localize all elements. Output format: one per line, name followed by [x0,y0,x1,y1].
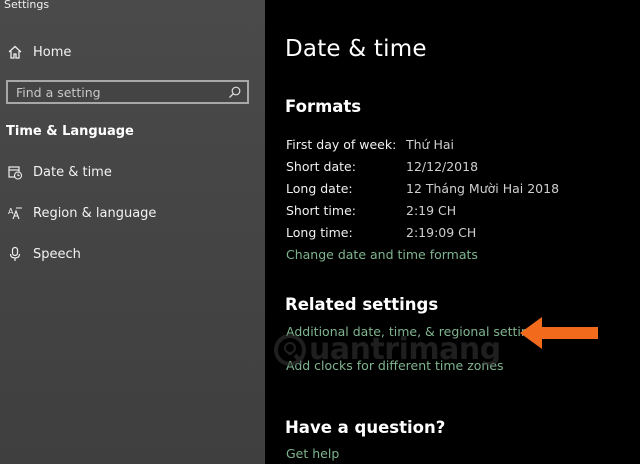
annotation-arrow-icon [520,317,598,349]
formats-heading: Formats [285,97,362,116]
search-icon[interactable] [227,85,241,99]
related-settings-heading: Related settings [285,295,439,314]
format-label: First day of week: [286,137,397,152]
sidebar-item-region-language[interactable]: A Region & language [6,203,156,223]
format-row-long-date: Long date: 12 Tháng Mười Hai 2018 [286,181,626,197]
sidebar-item-date-time[interactable]: Date & time [6,162,112,182]
format-row-short-time: Short time: 2:19 CH [286,203,626,219]
get-help-link[interactable]: Get help [286,446,339,461]
sidebar-item-label: Region & language [33,205,157,221]
window-title: Settings [4,0,50,11]
sidebar-item-label: Speech [33,246,81,262]
format-value: 12 Tháng Mười Hai 2018 [406,181,560,196]
format-label: Long date: [286,181,353,196]
format-row-short-date: Short date: 12/12/2018 [286,159,626,175]
section-heading: Time & Language [6,124,134,139]
question-heading: Have a question? [285,418,446,437]
page-title: Date & time [285,36,427,62]
format-row-first-day: First day of week: Thứ Hai [286,137,626,153]
microphone-icon [6,245,24,263]
additional-settings-link[interactable]: Additional date, time, & regional settin… [286,324,543,339]
format-label: Short date: [286,159,356,174]
search-input[interactable] [8,82,227,102]
sidebar-item-speech[interactable]: Speech [6,244,81,264]
search-box[interactable] [6,80,249,104]
nav-home-label: Home [33,44,72,60]
format-value: 2:19:09 CH [406,225,477,240]
format-row-long-time: Long time: 2:19:09 CH [286,225,626,241]
main-panel: Date & time Formats First day of week: T… [265,0,640,464]
region-language-icon: A [6,204,24,222]
home-icon [6,43,24,61]
nav-home[interactable]: Home [6,42,71,62]
format-value: 2:19 CH [406,203,457,218]
calendar-clock-icon [6,163,24,181]
svg-text:A: A [8,207,14,216]
format-value: Thứ Hai [406,137,454,152]
format-value: 12/12/2018 [406,159,479,174]
format-label: Short time: [286,203,356,218]
sidebar: Settings Home Time & Language [0,0,265,464]
change-formats-link[interactable]: Change date and time formats [286,247,478,262]
add-clocks-link[interactable]: Add clocks for different time zones [286,358,504,373]
sidebar-item-label: Date & time [33,164,112,180]
format-label: Long time: [286,225,353,240]
